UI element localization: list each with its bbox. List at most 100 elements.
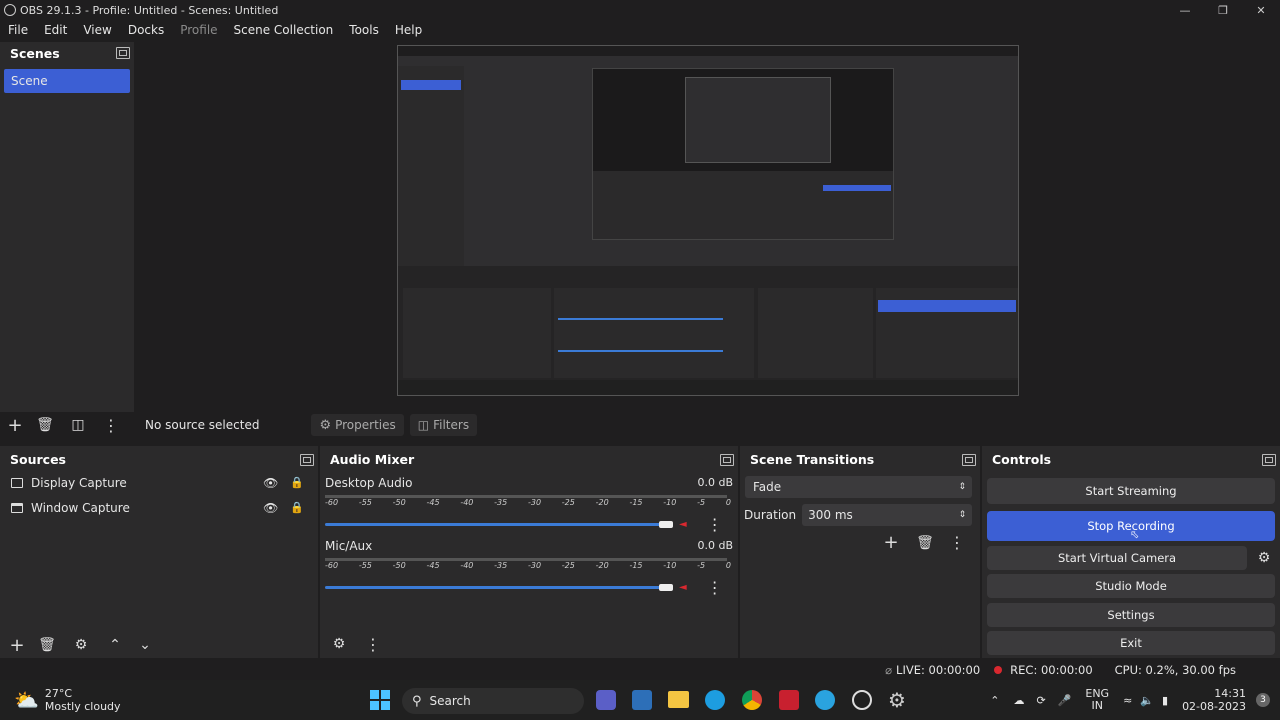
scene-transitions-dock: Scene Transitions Fade ⇕ Duration 300 ms…: [740, 446, 980, 658]
wifi-icon[interactable]: ≈: [1123, 694, 1132, 707]
add-icon[interactable]: +: [874, 532, 908, 553]
chevron-up-icon[interactable]: ⌃: [102, 637, 128, 653]
source-toolbar: No source selected ⚙ Properties ◫ Filter…: [134, 412, 1280, 438]
menu-file[interactable]: File: [0, 23, 36, 37]
transition-select[interactable]: Fade ⇕: [745, 476, 972, 498]
more-icon[interactable]: ⋮: [707, 578, 723, 597]
source-label: Display Capture: [31, 475, 127, 490]
settings-button[interactable]: Settings: [987, 603, 1275, 627]
speaker-mute-icon[interactable]: ◄: [679, 519, 687, 530]
slider-handle[interactable]: [659, 521, 673, 528]
preview-mini-docks: [398, 266, 1018, 395]
powershell-icon[interactable]: [632, 690, 652, 710]
undock-icon[interactable]: [116, 47, 130, 59]
scenes-toolbar: + 🗑 ◫ ⋮: [0, 412, 134, 438]
start-button[interactable]: [370, 690, 390, 710]
preview-mini-titlebar: [398, 46, 1018, 56]
start-streaming-button[interactable]: Start Streaming: [987, 478, 1275, 504]
gear-icon[interactable]: ⚙: [60, 637, 102, 653]
duration-spinbox[interactable]: 300 ms ⇕: [802, 504, 973, 526]
properties-button[interactable]: ⚙ Properties: [311, 414, 404, 436]
speaker-mute-icon[interactable]: ◄: [679, 582, 687, 593]
eye-icon[interactable]: 👁: [263, 476, 278, 490]
properties-label: Properties: [335, 418, 396, 432]
onedrive-icon[interactable]: ☁: [1013, 694, 1024, 707]
source-label: Window Capture: [31, 500, 130, 515]
chevron-down-icon[interactable]: ⌄: [128, 637, 162, 653]
obs-taskbar-icon[interactable]: [852, 690, 872, 710]
trash-icon[interactable]: 🗑: [908, 532, 942, 553]
virtual-camera-settings-icon[interactable]: ⚙: [1252, 546, 1276, 570]
chrome-icon[interactable]: [742, 690, 762, 710]
scene-list-item[interactable]: Scene: [4, 69, 130, 93]
menu-view[interactable]: View: [75, 23, 119, 37]
filter-icon[interactable]: ◫: [60, 417, 96, 433]
more-icon[interactable]: ⋮: [358, 635, 388, 654]
source-item[interactable]: Display Capture 👁 🔒: [0, 470, 318, 495]
volume-slider[interactable]: [325, 584, 673, 591]
undock-icon[interactable]: [962, 453, 976, 466]
telegram-icon[interactable]: [815, 690, 835, 710]
search-icon: ⚲: [412, 693, 422, 709]
menu-scene-collection[interactable]: Scene Collection: [226, 23, 342, 37]
trash-icon[interactable]: 🗑: [30, 417, 60, 433]
eye-icon[interactable]: 👁: [263, 501, 278, 515]
language-indicator[interactable]: ENG IN: [1085, 688, 1109, 712]
menu-help[interactable]: Help: [387, 23, 430, 37]
advanced-audio-icon[interactable]: ⚙: [320, 636, 358, 652]
taskbar-search[interactable]: ⚲ Search: [402, 688, 584, 714]
menu-docks[interactable]: Docks: [120, 23, 172, 37]
undock-icon[interactable]: [720, 453, 734, 466]
more-icon[interactable]: ⋮: [942, 532, 972, 553]
microphone-icon[interactable]: 🎤: [1058, 694, 1072, 707]
more-icon[interactable]: ⋮: [96, 416, 126, 435]
add-icon[interactable]: +: [0, 635, 34, 656]
battery-icon[interactable]: ▮: [1162, 694, 1168, 707]
menu-profile[interactable]: Profile: [172, 23, 225, 37]
edge-icon[interactable]: [705, 690, 725, 710]
minimize-button[interactable]: —: [1166, 0, 1204, 20]
mixer-channel: Desktop Audio 0.0 dB -60 -55 -50 -45 -40 -35-…: [325, 476, 733, 534]
add-icon[interactable]: +: [0, 415, 30, 436]
settings-app-icon[interactable]: ⚙: [888, 688, 906, 712]
sources-toolbar: + 🗑 ⚙ ⌃ ⌄: [0, 632, 318, 658]
lock-icon[interactable]: 🔒: [290, 476, 304, 489]
search-label: Search: [429, 694, 471, 708]
sync-icon[interactable]: ⟳: [1036, 694, 1045, 707]
studio-mode-button[interactable]: Studio Mode: [987, 574, 1275, 598]
volume-slider[interactable]: [325, 521, 673, 528]
chat-app-icon[interactable]: [596, 690, 616, 710]
menu-edit[interactable]: Edit: [36, 23, 75, 37]
close-button[interactable]: ✕: [1242, 0, 1280, 20]
filters-button[interactable]: ◫ Filters: [409, 414, 478, 436]
channel-db: 0.0 dB: [697, 539, 733, 552]
program-preview[interactable]: [397, 45, 1019, 396]
maximize-button[interactable]: ❐: [1204, 0, 1242, 20]
sources-title: Sources: [10, 452, 66, 467]
start-virtual-camera-button[interactable]: Start Virtual Camera: [987, 546, 1247, 570]
weather-desc: Mostly cloudy: [44, 700, 121, 713]
undock-icon[interactable]: [1262, 453, 1276, 466]
more-icon[interactable]: ⋮: [707, 515, 723, 534]
weather-widget[interactable]: ⛅ 27°C Mostly cloudy: [14, 687, 121, 713]
chevron-up-icon[interactable]: ⌃: [990, 694, 999, 707]
audio-mixer-dock: Audio Mixer Desktop Audio 0.0 dB -60 -55-…: [320, 446, 738, 658]
lock-icon[interactable]: 🔒: [290, 501, 304, 514]
file-explorer-icon[interactable]: [668, 691, 689, 708]
rec-time: REC: 00:00:00: [1010, 663, 1093, 677]
title-bar: OBS 29.1.3 - Profile: Untitled - Scenes:…: [0, 0, 1280, 20]
devtools-app-icon[interactable]: [779, 690, 799, 710]
window-icon: [11, 502, 23, 513]
controls-title: Controls: [992, 452, 1052, 467]
menu-tools[interactable]: Tools: [341, 23, 387, 37]
undock-icon[interactable]: [300, 453, 314, 466]
notification-badge[interactable]: 3: [1256, 693, 1270, 707]
filter-icon: ◫: [417, 418, 430, 432]
window-title: OBS 29.1.3 - Profile: Untitled - Scenes:…: [20, 3, 279, 17]
source-item[interactable]: Window Capture 👁 🔒: [0, 495, 318, 520]
slider-handle[interactable]: [659, 584, 673, 591]
volume-icon[interactable]: 🔈: [1140, 694, 1154, 707]
exit-button[interactable]: Exit: [987, 631, 1275, 655]
clock[interactable]: 14:31 02-08-2023: [1182, 687, 1246, 713]
trash-icon[interactable]: 🗑: [34, 637, 60, 653]
